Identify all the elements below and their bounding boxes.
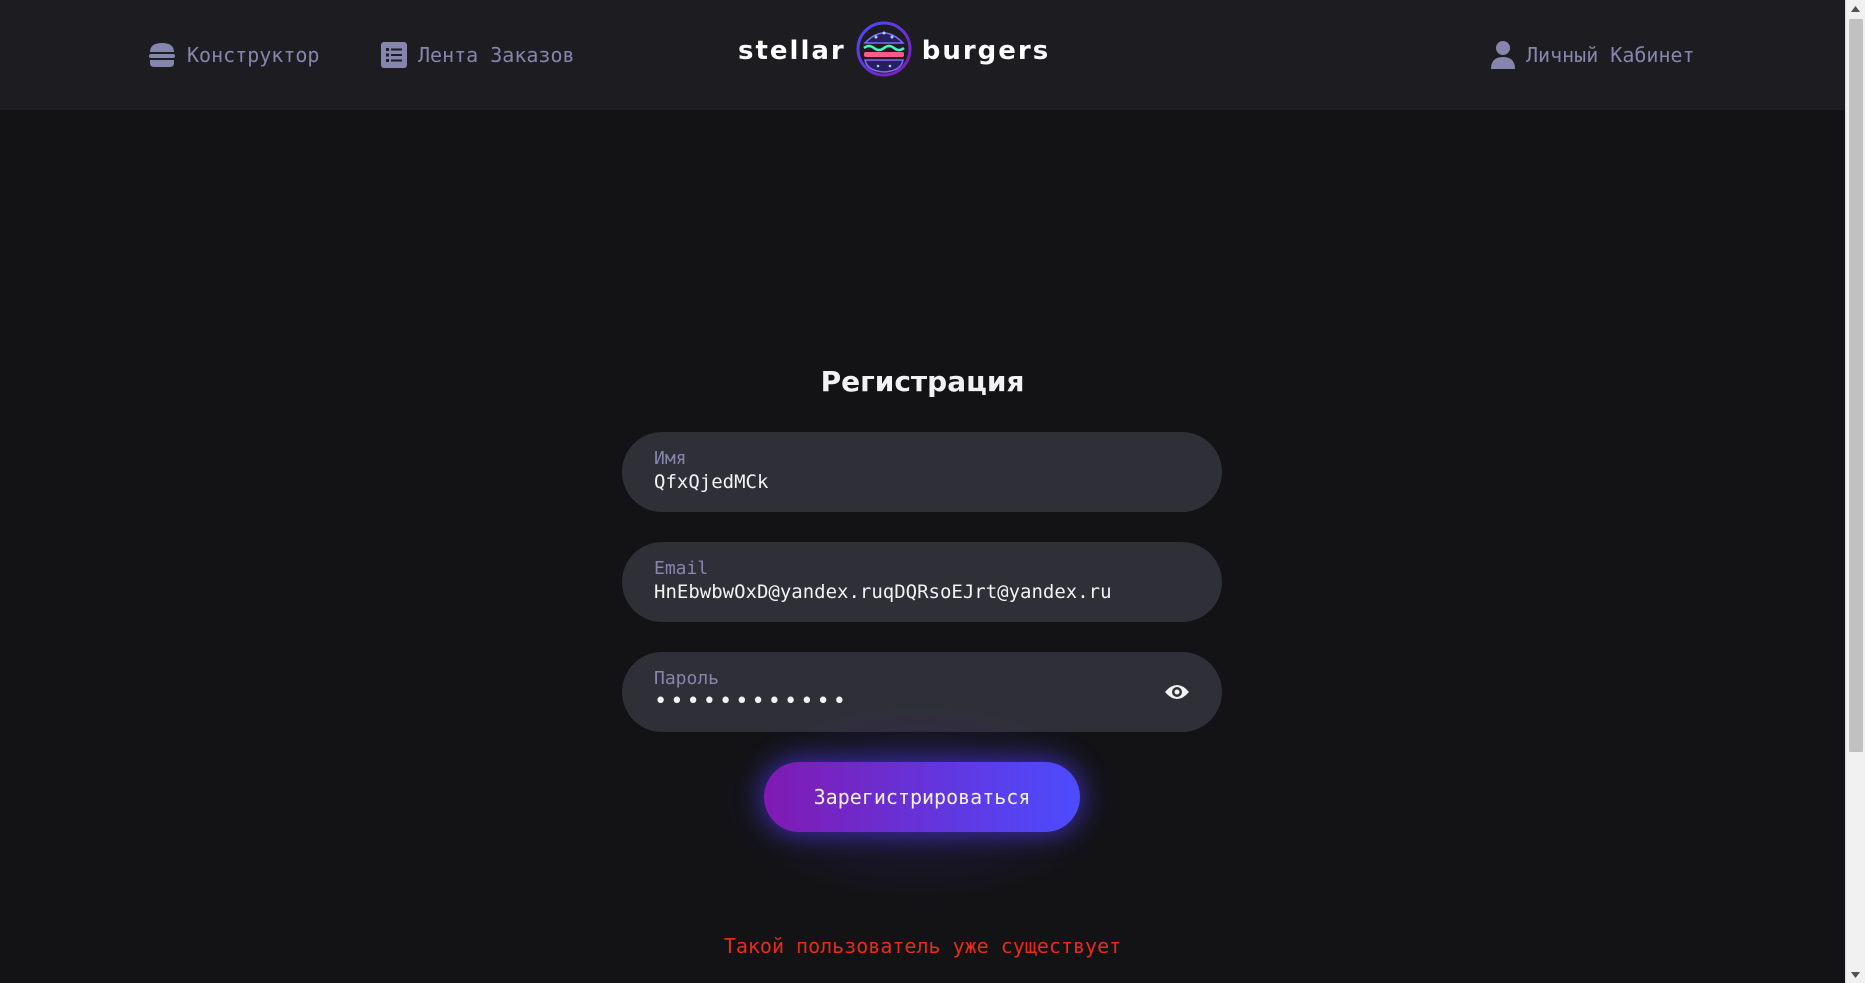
user-icon	[1490, 40, 1516, 70]
password-field-label: Пароль	[654, 668, 720, 689]
nav-constructor[interactable]: Конструктор	[147, 0, 319, 110]
scroll-down-arrow-icon[interactable]	[1846, 966, 1865, 983]
scrollbar-thumb[interactable]	[1849, 19, 1863, 752]
email-field-label: Email	[654, 558, 709, 579]
email-field[interactable]: Email	[622, 542, 1222, 622]
page-title: Регистрация	[820, 365, 1025, 398]
list-icon	[380, 41, 408, 69]
email-input[interactable]	[654, 580, 1190, 604]
eye-icon[interactable]	[1164, 680, 1190, 708]
top-navigation: Конструктор Лента Заказов stellar burger…	[0, 0, 1845, 110]
app-viewport: Конструктор Лента Заказов stellar burger…	[0, 0, 1845, 983]
burger-icon	[147, 40, 177, 70]
vertical-scrollbar[interactable]	[1845, 0, 1865, 983]
logo-text-right: burgers	[921, 36, 1051, 66]
nav-order-feed-label: Лента Заказов	[418, 43, 575, 67]
error-message: Такой пользователь уже существует	[723, 934, 1122, 958]
logo-text-left: stellar	[738, 36, 846, 66]
logo[interactable]: stellar burgers	[738, 20, 1108, 82]
name-input[interactable]	[654, 470, 1190, 494]
name-field-label: Имя	[654, 448, 687, 469]
nav-profile[interactable]: Личный Кабинет	[1490, 0, 1695, 110]
nav-constructor-label: Конструктор	[187, 43, 320, 67]
register-button[interactable]: Зарегистрироваться	[764, 762, 1080, 832]
scroll-up-arrow-icon[interactable]	[1846, 0, 1865, 17]
nav-order-feed[interactable]: Лента Заказов	[380, 0, 575, 110]
burger-logo-icon	[856, 21, 912, 81]
name-field[interactable]: Имя	[622, 432, 1222, 512]
nav-profile-label: Личный Кабинет	[1526, 43, 1695, 67]
